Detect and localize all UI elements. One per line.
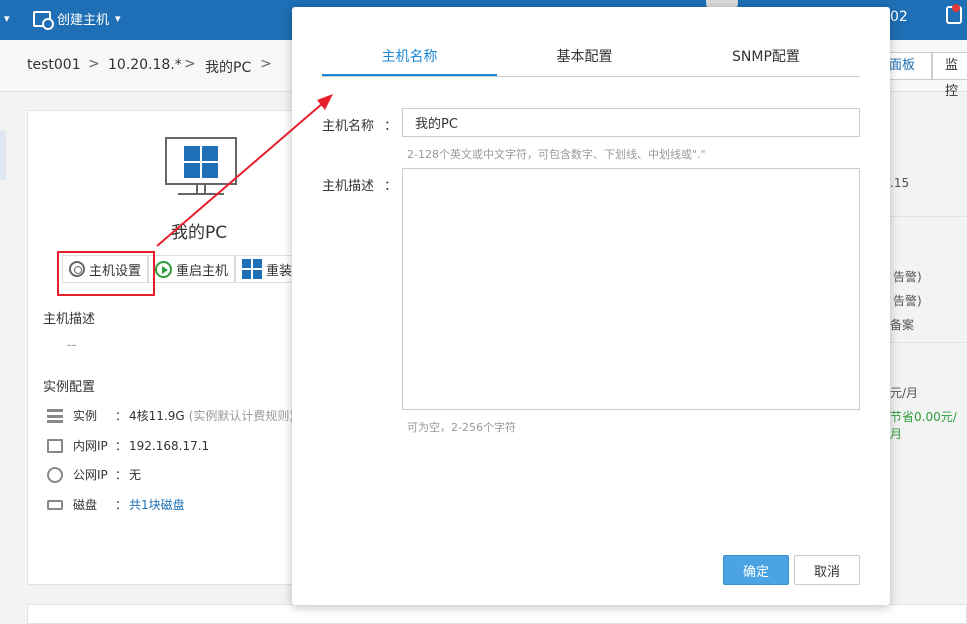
spec-value: 无: [129, 468, 142, 482]
host-name-input[interactable]: [402, 108, 860, 137]
breadcrumb-item[interactable]: 我的PC: [205, 57, 251, 77]
alarm-text: 告警): [893, 294, 922, 308]
confirm-button[interactable]: 确定: [723, 555, 789, 585]
breadcrumb-separator: >: [184, 56, 196, 72]
instance-icon: [47, 408, 63, 423]
host-name-colon: ：: [384, 119, 398, 134]
chevron-down-icon[interactable]: ▾: [4, 12, 10, 25]
reinstall-label: 重装: [266, 263, 293, 279]
divider: [890, 216, 967, 217]
windows-icon: [242, 259, 263, 279]
spec-note: (实例默认计费规则): [188, 409, 295, 423]
host-desc-textarea[interactable]: [402, 168, 860, 410]
monitor-base: [178, 193, 224, 195]
tab-panel[interactable]: 面板: [884, 52, 932, 80]
windows-icon: [184, 146, 218, 178]
ip-tail: .15: [890, 176, 910, 190]
play-icon: [155, 260, 173, 278]
sidebar-handle[interactable]: [0, 130, 6, 180]
spec-public-ip: 公网IP ： 无: [47, 466, 141, 483]
cancel-button[interactable]: 取消: [794, 555, 860, 585]
spec-label: 实例: [73, 409, 98, 423]
breadcrumb-separator: >: [88, 56, 100, 72]
monitor-small-icon: [47, 438, 63, 453]
restart-host-label: 重启主机: [176, 263, 229, 279]
spec-disk: 磁盘 ： 共1块磁盘: [47, 496, 185, 513]
spec-colon: ：: [115, 439, 128, 453]
spec-colon: ：: [115, 468, 128, 482]
host-desc-hint: 可为空，2-256个字符: [407, 421, 516, 434]
instance-config-title: 实例配置: [43, 380, 96, 395]
alarm-text: 告警): [893, 270, 922, 284]
spec-colon: ：: [115, 498, 128, 512]
divider: [890, 342, 967, 343]
spec-private-ip: 内网IP ： 192.168.17.1: [47, 437, 209, 454]
host-name-label-text: 主机名称: [322, 119, 375, 134]
restart-host-button[interactable]: 重启主机: [148, 255, 236, 283]
host-settings-dialog: 主机名称 基本配置 SNMP配置 主机名称 ： 2-128个英文或中文字符，可包…: [292, 7, 890, 605]
user-name[interactable]: 02: [890, 9, 908, 25]
host-name-label: 主机名称 ：: [322, 115, 397, 134]
price-text: 元/月: [890, 386, 919, 400]
breadcrumb-item[interactable]: test001: [27, 57, 81, 73]
breadcrumb-item[interactable]: 10.20.18.*: [108, 57, 182, 73]
spec-instance: 实例 ： 4核11.9G (实例默认计费规则): [47, 407, 294, 424]
saving-text: 节省0.00元/月: [890, 410, 957, 441]
create-host-label: 创建主机: [57, 13, 110, 28]
dialog-tabs: 主机名称 基本配置 SNMP配置: [322, 43, 860, 77]
host-desc-label-text: 主机描述: [322, 179, 375, 194]
host-desc-colon: ：: [384, 179, 398, 194]
disk-link[interactable]: 共1块磁盘: [129, 496, 185, 513]
annotation-highlight-box: [57, 251, 155, 296]
spec-label: 磁盘: [73, 498, 98, 512]
create-host-menu[interactable]: 创建主机 ▾: [33, 9, 121, 30]
create-host-icon: [33, 10, 54, 30]
tab-monitor[interactable]: 监控: [932, 52, 967, 99]
spec-colon: ：: [115, 409, 128, 423]
spec-value: 4核11.9G: [129, 409, 185, 423]
host-desc-title: 主机描述: [43, 312, 96, 327]
host-desc-value: --: [67, 338, 77, 353]
globe-icon: [47, 466, 63, 483]
spec-label: 公网IP: [73, 468, 108, 482]
host-name: 我的PC: [171, 223, 228, 243]
host-name-hint: 2-128个英文或中文字符，可包含数字、下划线、中划线或".": [407, 148, 706, 161]
tab-host-name[interactable]: 主机名称: [322, 43, 497, 76]
tab-snmp-config[interactable]: SNMP配置: [672, 43, 860, 76]
host-desc-label: 主机描述 ：: [322, 175, 397, 194]
spec-label: 内网IP: [73, 439, 108, 453]
spec-value: 192.168.17.1: [129, 438, 210, 453]
breadcrumb-separator: >: [260, 56, 272, 72]
bottom-panel: [27, 604, 967, 624]
tab-basic-config[interactable]: 基本配置: [497, 43, 672, 76]
disk-icon: [47, 499, 63, 510]
notification-dot: [952, 4, 960, 12]
archive-text: 备案: [890, 318, 915, 332]
chevron-down-icon: ▾: [115, 12, 121, 25]
